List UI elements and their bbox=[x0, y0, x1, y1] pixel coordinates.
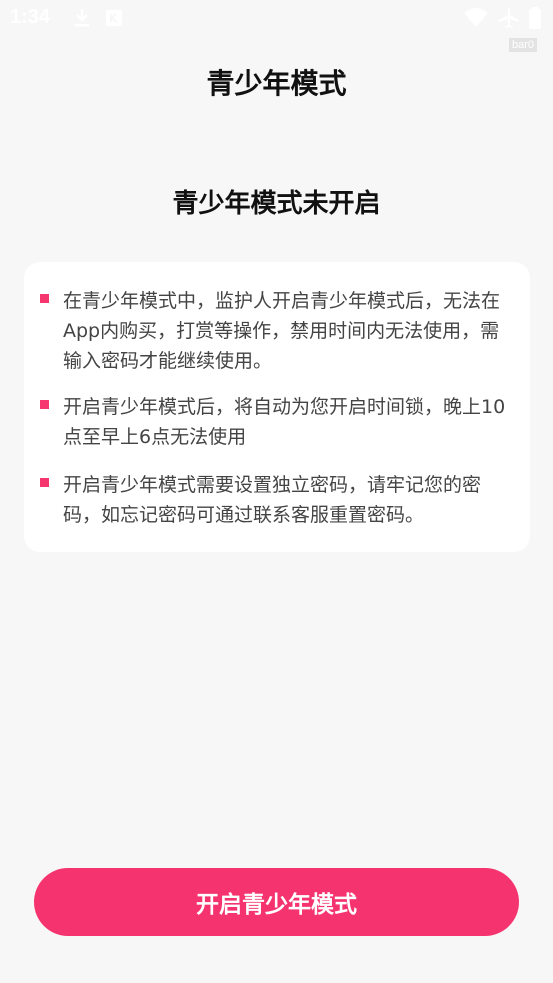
download-icon bbox=[70, 6, 94, 30]
enable-teen-mode-button[interactable]: 开启青少年模式 bbox=[34, 868, 519, 936]
debug-tag: bar0 bbox=[508, 38, 537, 52]
info-item-text: 开启青少年模式后，将自动为您开启时间锁，晚上10点至早上6点无法使用 bbox=[63, 396, 506, 448]
airplane-icon bbox=[497, 6, 521, 30]
status-time: 1:34 bbox=[10, 6, 51, 28]
info-card: 在青少年模式中，监护人开启青少年模式后，无法在App内购买，打赏等操作，禁用时间… bbox=[24, 262, 530, 552]
mode-status-text: 青少年模式未开启 bbox=[172, 189, 381, 219]
teen-mode-screen: 1:34 bar0 青少年模式 青少年模式未开启 在青少年模式中，监护人开启青少… bbox=[0, 0, 553, 983]
bullet-icon bbox=[40, 478, 49, 487]
bullet-icon bbox=[40, 294, 49, 303]
info-item-text: 在青少年模式中，监护人开启青少年模式后，无法在App内购买，打赏等操作，禁用时间… bbox=[63, 290, 501, 372]
battery-icon bbox=[528, 6, 542, 30]
notification-icon bbox=[102, 6, 126, 30]
status-bar: 1:34 bbox=[0, 0, 553, 38]
wifi-icon bbox=[463, 6, 488, 30]
bullet-icon bbox=[40, 400, 49, 409]
page-title: 青少年模式 bbox=[206, 67, 347, 100]
info-item-text: 开启青少年模式需要设置独立密码，请牢记您的密码，如忘记密码可通过联系客服重置密码… bbox=[63, 474, 482, 526]
